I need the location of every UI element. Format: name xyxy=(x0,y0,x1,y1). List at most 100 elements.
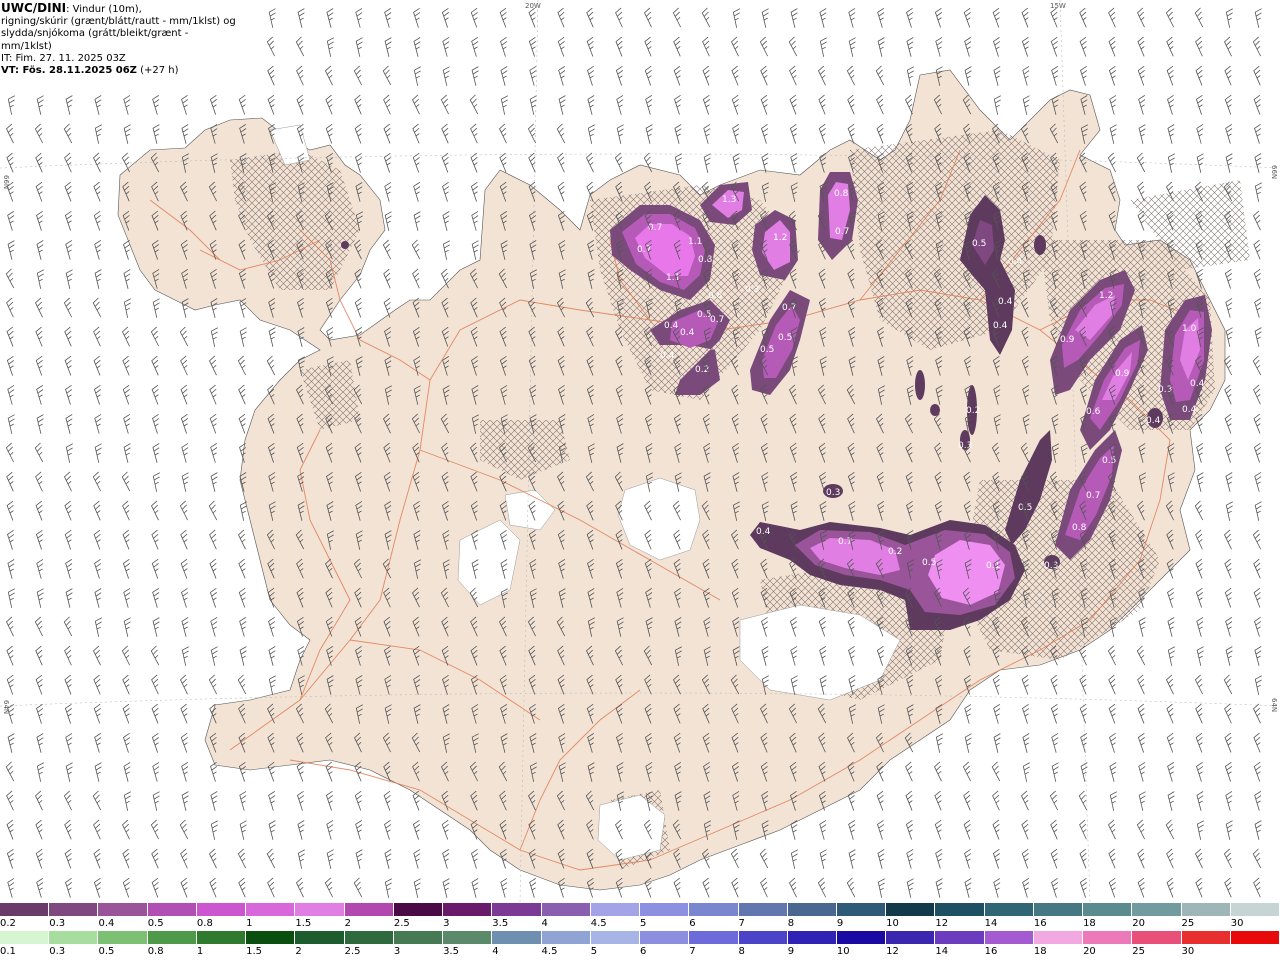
scale-swatch xyxy=(1033,931,1084,944)
scale-swatch xyxy=(1083,931,1133,944)
valid-time: VT: Fös. 28.11.2025 06Z xyxy=(1,65,137,77)
scale-tick-label: 0.1 xyxy=(0,946,16,957)
scale-swatch xyxy=(886,903,936,916)
scale-swatch xyxy=(787,931,837,944)
precip-label: 0.7 xyxy=(835,227,849,237)
scale-tick-label: 7 xyxy=(689,946,696,957)
scale-swatch xyxy=(590,903,641,916)
scale-swatch xyxy=(1181,931,1231,944)
scale-tick-label: 0.5 xyxy=(98,946,115,957)
scale-swatch xyxy=(0,931,50,944)
scale-tick-label: 20 xyxy=(1083,946,1096,957)
scale-tick-label: 12 xyxy=(886,946,899,957)
scale-swatch xyxy=(738,903,788,916)
scale-tick-label: 8 xyxy=(787,918,795,929)
scale-tick-label: 1 xyxy=(246,918,253,929)
precip-label: 0.9 xyxy=(1115,369,1130,379)
precip-label: 1.2 xyxy=(1099,291,1113,301)
precip-label: 1.0 xyxy=(1182,324,1197,334)
scale-swatch xyxy=(984,903,1034,916)
scale-tick-label: 3 xyxy=(443,918,450,929)
scale-tick-label: 2 xyxy=(344,918,351,929)
scale-swatch xyxy=(1083,903,1133,916)
scale-swatch xyxy=(49,931,99,944)
precip-label: 0.8 xyxy=(834,189,849,199)
scale-swatch xyxy=(836,903,887,916)
color-scale-rain xyxy=(0,931,1280,945)
scale-swatch xyxy=(295,903,345,916)
scale-swatch xyxy=(1033,903,1084,916)
scale-tick-label: 6 xyxy=(640,946,647,957)
scale-tick-label: 25 xyxy=(1181,918,1195,929)
precip-label: 0.3 xyxy=(1158,385,1172,395)
lat-label-66n-left: 66N xyxy=(2,175,10,189)
scale-tick-label: 0.8 xyxy=(196,918,213,929)
scale-swatch xyxy=(49,903,99,916)
color-scale-rain-ticks: 0.1 0.3 0.5 0.8 1 1.5 2 2.5 3 3.5 4 4.5 5 6 7 8 9 10 12 14 1… xyxy=(0,946,1280,958)
scale-tick-label: 16 xyxy=(1033,918,1047,929)
scale-swatch xyxy=(393,903,444,916)
lead-time: (+27 h) xyxy=(140,65,179,77)
scale-swatch xyxy=(836,931,887,944)
scale-tick-label: 4.5 xyxy=(590,918,607,929)
scale-tick-label: 2.5 xyxy=(344,946,361,957)
scale-swatch xyxy=(147,931,197,944)
precip-label: 0.7 xyxy=(710,315,724,325)
scale-tick-label: 2 xyxy=(295,946,302,957)
scale-tick-label: 1 xyxy=(196,946,204,957)
precip-label: 0.4 xyxy=(1008,257,1023,267)
scale-swatch xyxy=(590,931,641,944)
precip-label: 1.1 xyxy=(688,237,702,247)
scale-tick-label: 12 xyxy=(935,918,949,929)
lat-label-64n-left: 64N xyxy=(2,700,10,714)
scale-swatch xyxy=(984,931,1034,944)
scale-swatch xyxy=(98,903,148,916)
scale-tick-label: 25 xyxy=(1132,946,1146,957)
precip-label: 1.1 xyxy=(666,273,680,283)
scale-tick-label: 5 xyxy=(590,946,598,957)
scale-tick-label: 18 xyxy=(1083,918,1096,929)
scale-tick-label: 8 xyxy=(738,946,745,957)
scale-swatch xyxy=(640,903,690,916)
precip-label: 0.2 xyxy=(966,406,980,416)
scale-swatch xyxy=(344,931,394,944)
header-desc-3: slydda/snjókoma (grátt/bleikt/grænt - mm… xyxy=(1,28,189,52)
init-time: IT: Fim. 27. 11. 2025 03Z xyxy=(1,52,126,64)
scale-tick-label: 4.5 xyxy=(541,946,558,957)
precip-label: 0.8 xyxy=(698,255,713,265)
scale-tick-label: 0.8 xyxy=(147,946,164,957)
scale-tick-label: 6 xyxy=(689,918,696,929)
precip-label: 0.4 xyxy=(1182,405,1197,415)
scale-swatch xyxy=(393,931,444,944)
scale-swatch xyxy=(738,931,788,944)
scale-tick-label: 4 xyxy=(492,946,499,957)
scale-swatch xyxy=(541,931,591,944)
header-desc-2: rigning/skúrir (grænt/blátt/rautt - mm/1… xyxy=(1,16,236,28)
precip-label: 0.3 xyxy=(745,285,759,295)
scale-swatch xyxy=(492,931,542,944)
scale-tick-label: 0.2 xyxy=(0,918,16,929)
scale-tick-label: 0.4 xyxy=(98,918,115,929)
scale-swatch xyxy=(1181,903,1231,916)
precip-label: 0.9 xyxy=(1060,335,1075,345)
scale-tick-label: 10 xyxy=(886,918,899,929)
scale-tick-label: 2.5 xyxy=(393,918,410,929)
precip-label: 0.4 xyxy=(680,328,695,338)
scale-tick-label: 3.5 xyxy=(443,946,459,957)
scale-swatch xyxy=(246,931,296,944)
scale-swatch xyxy=(246,903,296,916)
scale-swatch xyxy=(935,931,985,944)
scale-swatch xyxy=(443,903,493,916)
precip-label: 0.8 xyxy=(708,291,723,301)
precip-label: 0.5 xyxy=(1102,456,1116,466)
precip-label: 0.6 xyxy=(1086,407,1101,417)
scale-tick-label: 30 xyxy=(1181,946,1195,957)
scale-swatch xyxy=(1230,903,1280,916)
scale-tick-label: 14 xyxy=(935,946,949,957)
map-header: UWC/DINI: Vindur (10m), rigning/skúrir (… xyxy=(0,0,240,76)
scale-swatch xyxy=(344,903,394,916)
header-desc-1: : Vindur (10m), xyxy=(66,4,142,15)
precip-label: 1.2 xyxy=(773,233,787,243)
scale-tick-label: 3.5 xyxy=(492,918,509,929)
lon-label-15w: 15W xyxy=(1050,2,1066,10)
